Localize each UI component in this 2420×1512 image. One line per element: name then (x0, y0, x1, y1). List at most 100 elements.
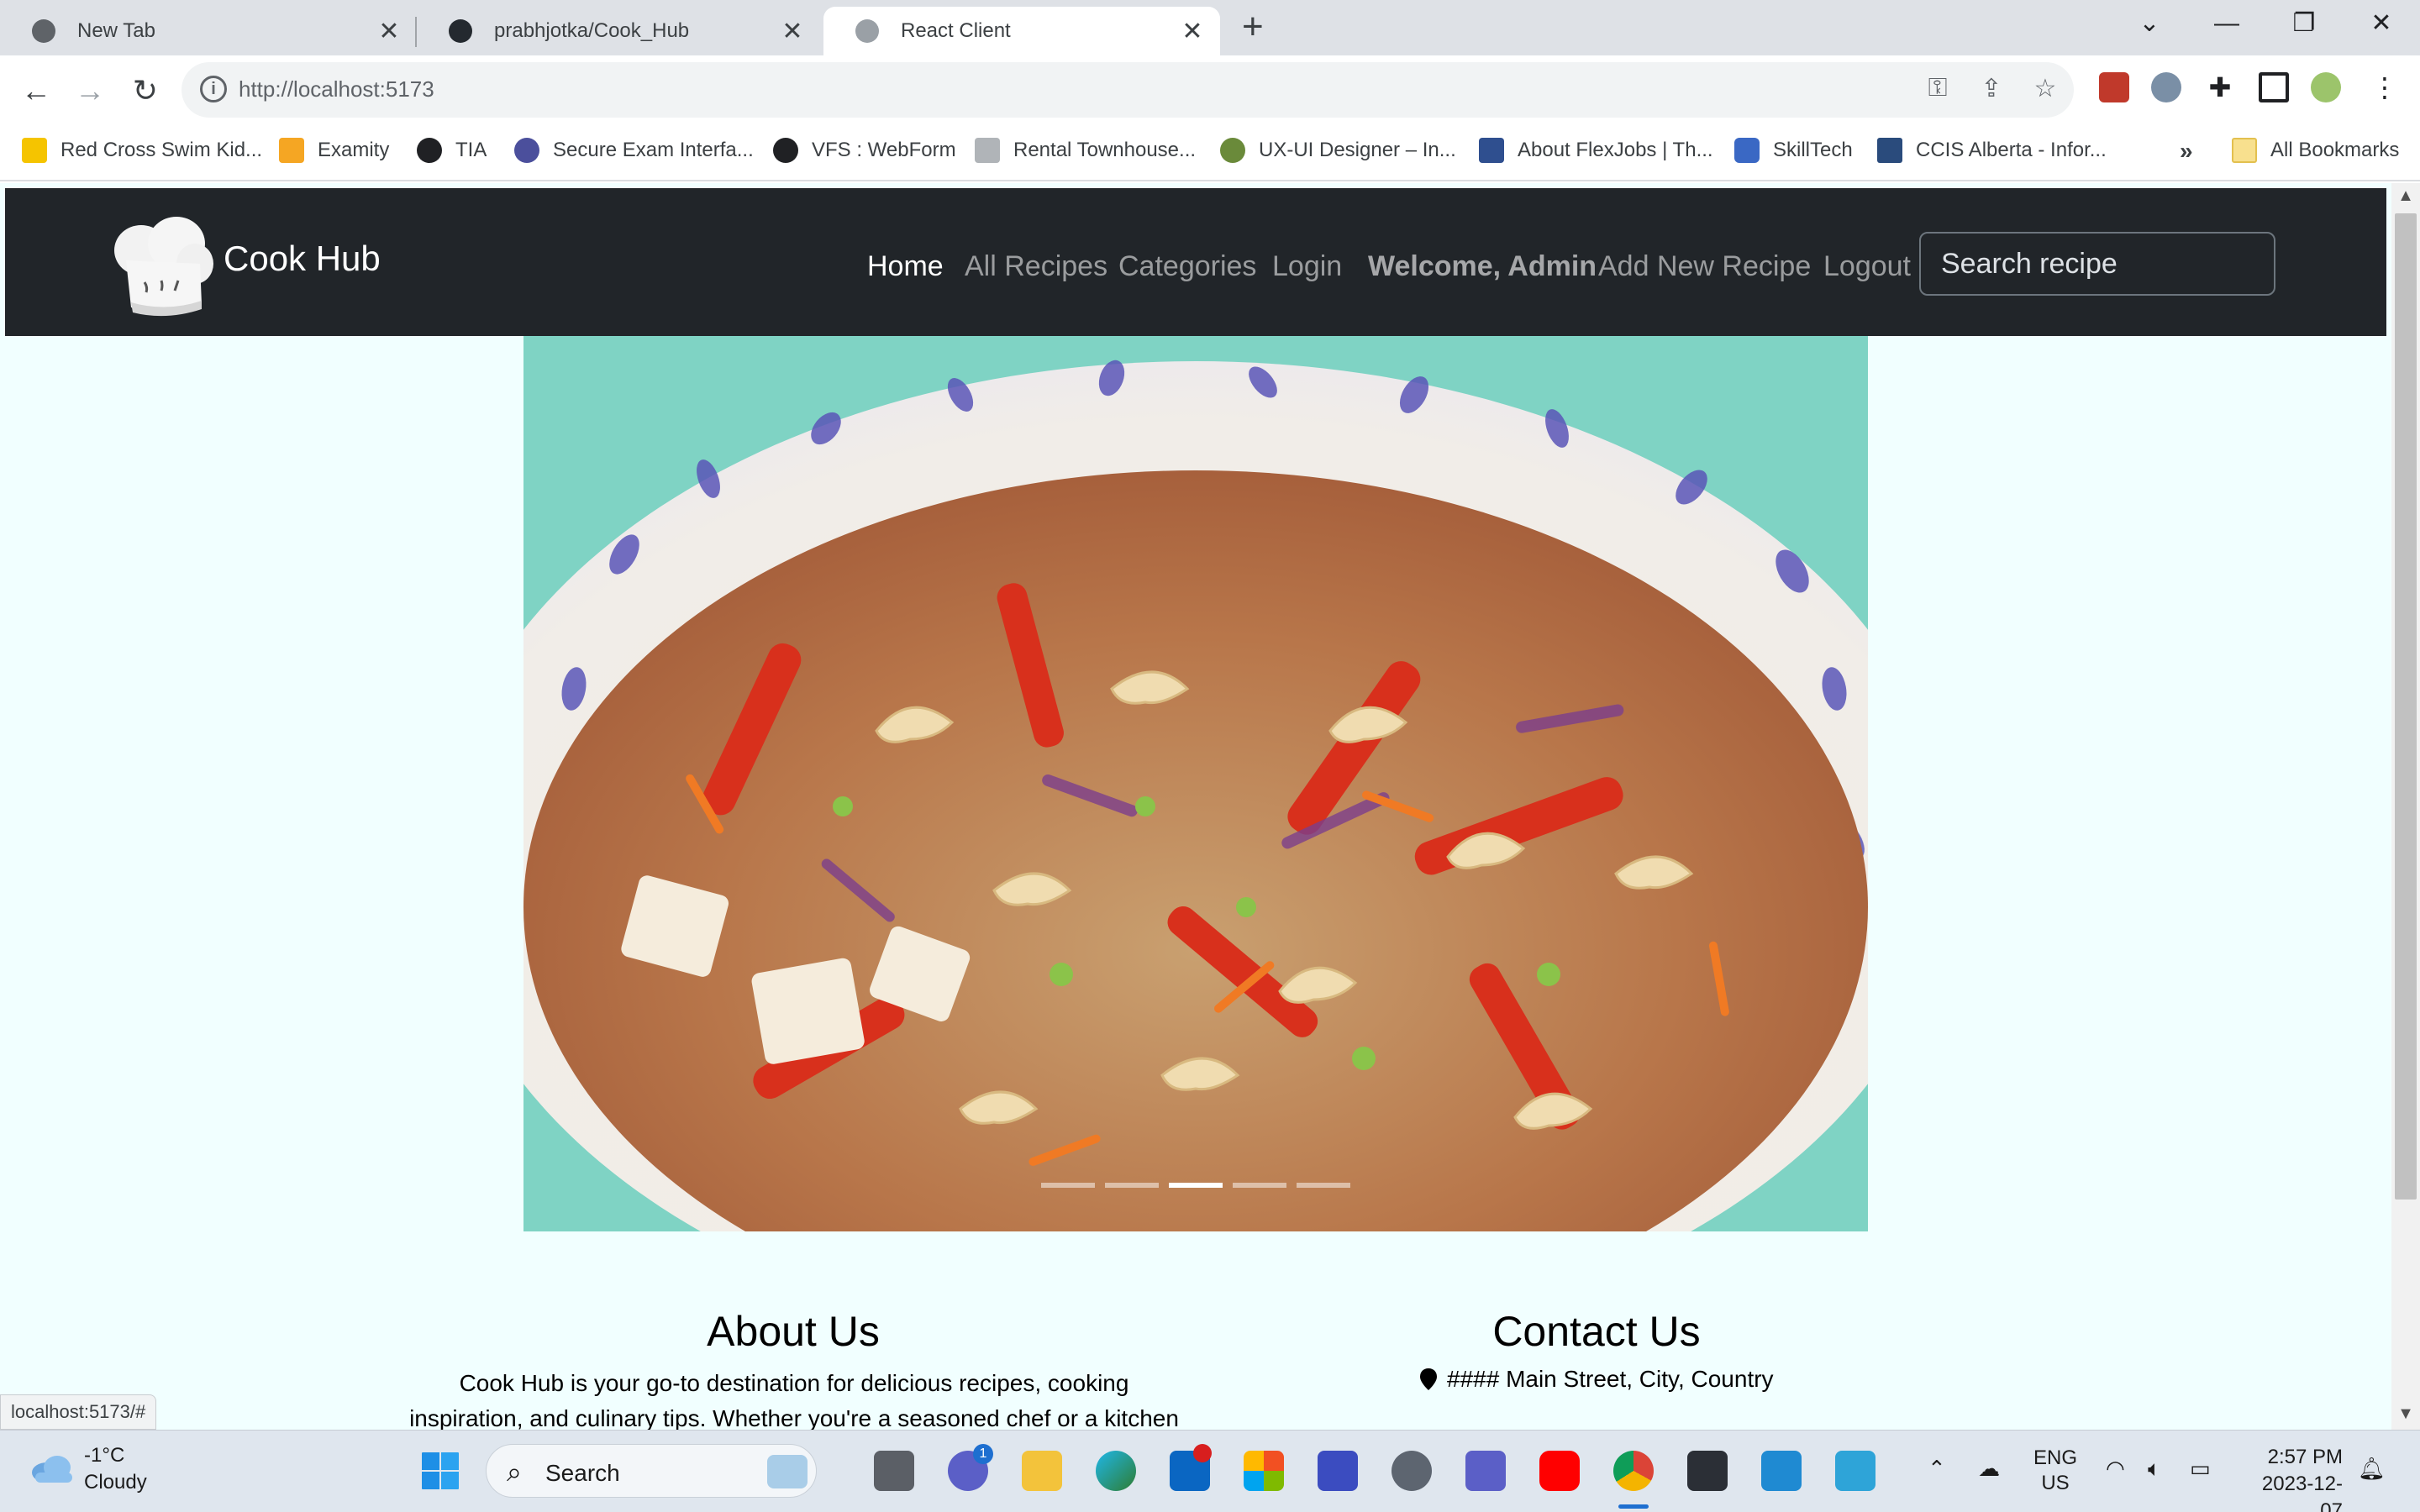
carousel-indicator-2[interactable] (1105, 1183, 1159, 1188)
terminal-icon[interactable] (1687, 1451, 1728, 1491)
url-text[interactable]: http://localhost:5173 (239, 76, 434, 102)
page-viewport: Cook Hub Home All Recipes Categories Log… (0, 183, 2391, 1430)
clock-date: 2023-12-07 (2261, 1473, 2343, 1512)
forward-icon[interactable]: → (69, 72, 111, 109)
globe-icon (855, 19, 879, 43)
all-bookmarks-button[interactable]: All Bookmarks (2232, 138, 2399, 163)
nav-login[interactable]: Login (1272, 250, 1342, 283)
teams-chat-badge: 1 (973, 1444, 993, 1464)
linkedin-badge (1193, 1444, 1212, 1462)
bookmark-item[interactable]: UX-UI Designer – In... (1220, 138, 1456, 163)
recipe-search-input[interactable] (1919, 232, 2275, 296)
hero-carousel[interactable] (523, 336, 1868, 1231)
nav-all-recipes[interactable]: All Recipes (965, 250, 1107, 283)
taskbar-search-label: Search (545, 1460, 620, 1486)
notepad-icon[interactable] (1835, 1451, 1876, 1491)
site-info-icon[interactable]: i (200, 76, 227, 102)
carousel-indicator-4[interactable] (1233, 1183, 1286, 1188)
nav-categories[interactable]: Categories (1118, 250, 1256, 283)
bookmark-star-icon[interactable]: ☆ (2028, 74, 2062, 103)
bookmark-label: About FlexJobs | Th... (1518, 139, 1713, 161)
extensions-puzzle-icon[interactable]: ✚ (2205, 72, 2235, 102)
settings-gear-icon[interactable] (1392, 1451, 1432, 1491)
bookmark-item[interactable]: TIA (417, 138, 487, 163)
scroll-down-arrow-icon[interactable]: ▼ (2391, 1404, 2420, 1424)
onedrive-cloud-icon[interactable]: ☁ (1978, 1456, 2000, 1482)
battery-icon[interactable]: ▭ (2190, 1456, 2211, 1482)
wifi-icon[interactable]: ◠ (2106, 1456, 2125, 1482)
chrome-taskbar-icon[interactable] (1613, 1451, 1654, 1491)
bookmark-item[interactable]: Rental Townhouse... (975, 138, 1196, 163)
cloud-weather-icon[interactable] (29, 1451, 76, 1484)
share-icon[interactable]: ⇪ (1975, 74, 2008, 103)
minimize-icon[interactable]: — (2202, 5, 2252, 42)
restore-icon[interactable]: ❐ (2279, 5, 2329, 42)
nav-add-new-recipe[interactable]: Add New Recipe (1598, 250, 1811, 283)
active-app-indicator (1618, 1504, 1649, 1509)
taskbar-search-box[interactable]: ⌕ Search (486, 1444, 817, 1498)
close-tab-icon[interactable]: ✕ (376, 17, 402, 46)
show-hidden-icons-icon[interactable]: ⌃ (1928, 1456, 1946, 1482)
browser-menu-icon[interactable]: ⋮ (2370, 72, 2400, 102)
bookmark-label: Secure Exam Interfa... (553, 139, 754, 161)
nav-welcome-user[interactable]: Welcome, Admin (1368, 250, 1597, 283)
bookmark-item[interactable]: SkillTech (1734, 138, 1853, 163)
bookmark-item[interactable]: VFS : WebForm (773, 138, 956, 163)
edge-browser-icon[interactable] (1096, 1451, 1136, 1491)
password-key-icon[interactable]: ⚿ (1921, 74, 1954, 102)
file-explorer-icon[interactable] (1022, 1451, 1062, 1491)
system-clock[interactable]: 2:57 PM 2023-12-07 (2242, 1444, 2343, 1512)
app-icon[interactable] (1318, 1451, 1358, 1491)
close-tab-icon[interactable]: ✕ (1180, 17, 1205, 46)
scroll-up-arrow-icon[interactable]: ▲ (2391, 186, 2420, 206)
carousel-indicator-1[interactable] (1041, 1183, 1095, 1188)
microsoft-store-icon[interactable] (1244, 1451, 1284, 1491)
weather-condition[interactable]: Cloudy (84, 1471, 147, 1494)
bookmark-favicon-icon (1479, 138, 1504, 163)
task-view-icon[interactable] (874, 1451, 914, 1491)
nav-home[interactable]: Home (867, 250, 944, 283)
tab-github[interactable]: prabhjotka/Cook_Hub ✕ (417, 7, 820, 55)
extension-gear-icon[interactable] (2151, 72, 2181, 102)
volume-icon[interactable]: 🔈︎ (2148, 1456, 2161, 1483)
weather-temperature[interactable]: -1°C (84, 1444, 124, 1467)
side-panel-icon[interactable] (2259, 72, 2289, 102)
reload-icon[interactable]: ↻ (124, 72, 166, 109)
back-icon[interactable]: ← (15, 72, 57, 109)
new-tab-button[interactable]: + (1242, 8, 1264, 45)
chrome-icon (32, 19, 55, 43)
carousel-indicator-3-active[interactable] (1169, 1183, 1223, 1188)
address-bar[interactable]: i http://localhost:5173 ⚿ ⇪ ☆ (182, 62, 2074, 118)
folder-icon (2232, 138, 2257, 163)
youtube-icon[interactable] (1539, 1451, 1580, 1491)
nav-logout[interactable]: Logout (1823, 250, 1911, 283)
github-icon (449, 19, 472, 43)
close-tab-icon[interactable]: ✕ (780, 17, 805, 46)
tab-title: prabhjotka/Cook_Hub (494, 19, 690, 42)
teams-icon[interactable] (1465, 1451, 1506, 1491)
extension-red-icon[interactable] (2099, 72, 2129, 102)
language-indicator[interactable]: ENG US (2033, 1446, 2077, 1496)
bookmark-item[interactable]: About FlexJobs | Th... (1479, 138, 1713, 163)
tab-react-client[interactable]: React Client ✕ (823, 7, 1220, 55)
tab-new-tab[interactable]: New Tab ✕ (0, 7, 417, 55)
tab-title: New Tab (77, 19, 155, 42)
contact-address: #### Main Street, City, Country (1420, 1366, 1774, 1393)
bookmark-item[interactable]: Red Cross Swim Kid... (22, 138, 262, 163)
tab-search-icon[interactable]: ⌄ (2124, 5, 2175, 42)
bookmark-item[interactable]: Secure Exam Interfa... (514, 138, 754, 163)
bookmark-item[interactable]: CCIS Alberta - Infor... (1877, 138, 2107, 163)
browser-tab-strip: New Tab ✕ prabhjotka/Cook_Hub ✕ React Cl… (0, 0, 2420, 55)
vscode-icon[interactable] (1761, 1451, 1802, 1491)
bookmark-label: Red Cross Swim Kid... (60, 139, 263, 161)
notification-bell-icon[interactable]: 🔔︎ (2358, 1456, 2386, 1482)
window-close-icon[interactable]: ✕ (2356, 5, 2407, 42)
carousel-indicator-5[interactable] (1297, 1183, 1350, 1188)
bookmark-item[interactable]: Examity (279, 138, 389, 163)
chef-hat-logo-icon[interactable] (108, 210, 215, 319)
profile-avatar[interactable] (2311, 72, 2341, 102)
windows-start-icon[interactable] (420, 1451, 460, 1491)
bookmarks-overflow-button[interactable]: » (2180, 138, 2193, 165)
site-brand[interactable]: Cook Hub (224, 239, 381, 279)
page-scrollbar-thumb[interactable] (2395, 213, 2417, 1200)
